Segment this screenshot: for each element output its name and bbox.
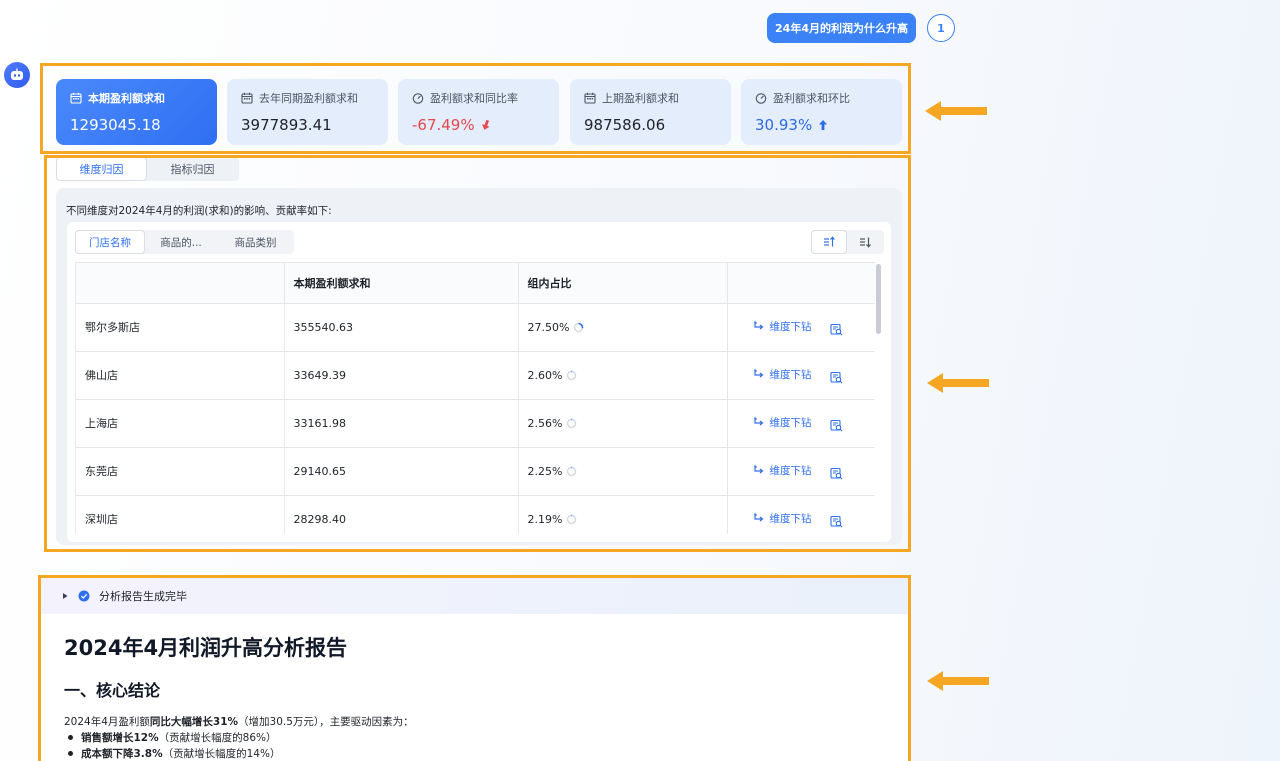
annotation-frame-table xyxy=(44,155,911,552)
annotation-frame-report xyxy=(38,575,911,761)
page-indicator[interactable]: 1 xyxy=(927,14,955,42)
question-bubble: 24年4月的利润为什么升高 xyxy=(767,13,916,43)
annotation-arrow-icon xyxy=(927,373,989,393)
annotation-arrow-icon xyxy=(927,671,989,691)
annotation-frame-kpis xyxy=(40,63,911,154)
bot-icon xyxy=(11,68,23,80)
annotation-arrow-icon xyxy=(925,101,987,121)
bot-avatar xyxy=(4,62,30,88)
